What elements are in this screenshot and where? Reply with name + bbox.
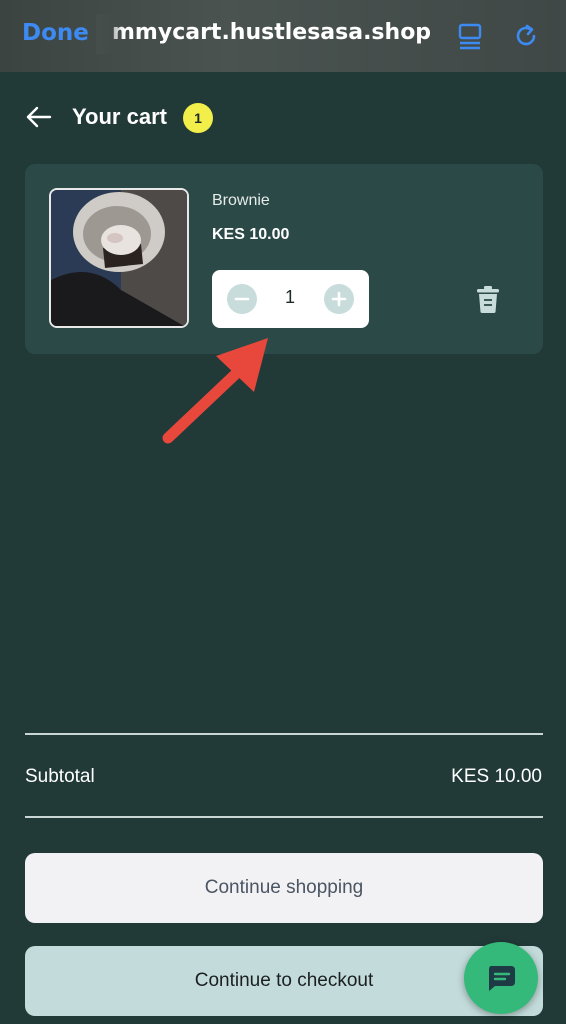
product-name[interactable]: Brownie xyxy=(212,192,270,210)
chat-icon xyxy=(489,966,515,991)
product-price: KES 10.00 xyxy=(212,226,290,243)
summary-divider-top xyxy=(25,733,543,735)
arrow-left-icon[interactable] xyxy=(26,106,52,128)
chat-button[interactable] xyxy=(464,942,538,1014)
quantity-stepper: 1 xyxy=(212,270,369,328)
cart-count-badge: 1 xyxy=(183,103,213,133)
subtotal-label: Subtotal xyxy=(25,766,95,787)
product-image[interactable] xyxy=(49,188,189,328)
increase-quantity-button[interactable] xyxy=(324,284,354,314)
decrease-quantity-button[interactable] xyxy=(227,284,257,314)
reload-icon[interactable] xyxy=(512,22,540,50)
page-title: Your cart xyxy=(72,104,167,129)
tabs-icon[interactable] xyxy=(456,22,484,50)
browser-toolbar: Done mmycart.hustlesasa.shop xyxy=(0,0,566,72)
cart-header: Your cart 1 xyxy=(0,96,566,140)
plus-icon xyxy=(331,291,347,307)
continue-shopping-button[interactable]: Continue shopping xyxy=(25,853,543,923)
cart-item-card: Brownie KES 10.00 1 xyxy=(25,164,543,354)
done-button[interactable]: Done xyxy=(22,20,89,46)
brownie-photo xyxy=(51,190,187,326)
trash-icon[interactable] xyxy=(477,286,499,313)
summary-divider-bottom xyxy=(25,816,543,818)
url-fade xyxy=(96,14,124,54)
address-url[interactable]: mmycart.hustlesasa.shop xyxy=(112,20,431,45)
minus-icon xyxy=(234,297,250,301)
annotation-arrow xyxy=(162,338,268,444)
subtotal-value: KES 10.00 xyxy=(451,766,542,787)
quantity-value[interactable]: 1 xyxy=(270,287,310,308)
